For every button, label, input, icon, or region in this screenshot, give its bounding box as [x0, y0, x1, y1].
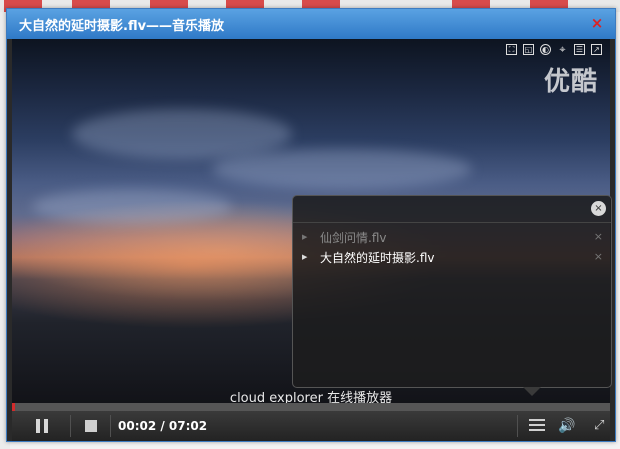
fit-screen-icon[interactable]: ⛶ [506, 44, 517, 55]
cloud-shape [32, 189, 232, 224]
control-bar: 00:02 / 07:02 🔊 ⤢ [12, 411, 610, 441]
pause-bar [44, 419, 48, 433]
pause-button[interactable] [36, 419, 50, 433]
ratio-icon[interactable]: ◱ [523, 44, 534, 55]
divider [517, 415, 518, 437]
play-arrow-icon: ▶ [302, 233, 308, 241]
remove-item-button[interactable]: × [594, 230, 603, 243]
window-title: 大自然的延时摄影.flv——音乐播放 [19, 18, 225, 34]
player-window: 大自然的延时摄影.flv——音乐播放 × ⛶ ◱ ◐ ⌖ ☰ ↗ 优酷 × ▶ … [6, 8, 616, 442]
youku-watermark: 优酷 [543, 67, 598, 97]
list-line [529, 429, 545, 431]
play-arrow-icon: ▶ [302, 253, 308, 261]
playlist-item-name: 大自然的延时摄影.flv [320, 250, 435, 265]
list-line [529, 419, 545, 421]
remove-item-button[interactable]: × [594, 250, 603, 263]
playlist-toggle-button[interactable] [529, 419, 545, 433]
video-toolbar: ⛶ ◱ ◐ ⌖ ☰ ↗ [506, 43, 602, 56]
brightness-icon[interactable]: ◐ [540, 44, 551, 55]
cloud-shape [72, 109, 292, 159]
subtitle-icon[interactable]: ☰ [574, 44, 585, 55]
title-bar[interactable]: 大自然的延时摄影.flv——音乐播放 × [7, 9, 615, 39]
volume-button[interactable]: 🔊 [558, 419, 580, 433]
stop-button[interactable] [85, 420, 97, 432]
playlist-close-button[interactable]: × [591, 201, 606, 216]
close-window-button[interactable]: × [589, 15, 605, 31]
cloud-shape [212, 149, 472, 189]
divider [70, 415, 71, 437]
settings-icon[interactable]: ⌖ [557, 43, 568, 56]
divider [110, 415, 111, 437]
progress-fill [12, 403, 15, 411]
popout-icon[interactable]: ↗ [591, 44, 602, 55]
playlist-item-name: 仙剑问情.flv [320, 230, 387, 245]
playlist-item[interactable]: ▶ 大自然的延时摄影.flv × [293, 247, 611, 267]
playlist-header: × [293, 196, 611, 223]
progress-bar[interactable] [12, 403, 610, 411]
list-line [529, 424, 545, 426]
fullscreen-button[interactable]: ⤢ [594, 419, 608, 433]
playlist-item[interactable]: ▶ 仙剑问情.flv × [293, 227, 611, 247]
pause-bar [36, 419, 40, 433]
time-display: 00:02 / 07:02 [118, 419, 208, 433]
playlist-panel: × ▶ 仙剑问情.flv × ▶ 大自然的延时摄影.flv × [292, 195, 612, 396]
